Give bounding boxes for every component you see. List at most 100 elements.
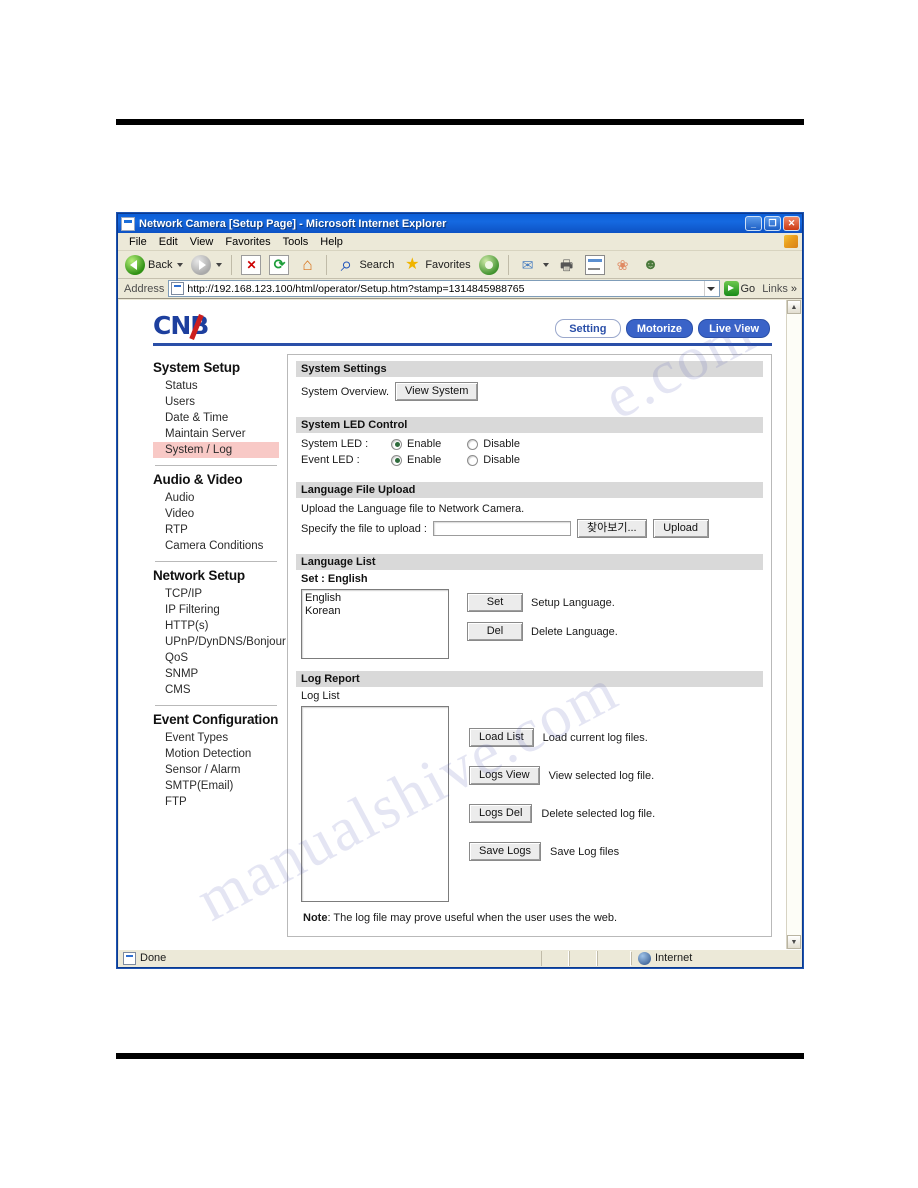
header-nav: Setting Motorize Live View: [554, 319, 770, 338]
go-button[interactable]: Go: [720, 281, 760, 296]
menu-file[interactable]: File: [123, 235, 153, 249]
sidebar-item-status[interactable]: Status: [153, 378, 279, 394]
mail-button[interactable]: [515, 253, 552, 277]
printer-icon: [557, 255, 577, 275]
minimize-button[interactable]: _: [745, 216, 762, 231]
scroll-down-button[interactable]: ▼: [787, 935, 801, 949]
sidebar-item-date-time[interactable]: Date & Time: [153, 410, 279, 426]
logs-view-description: View selected log file.: [548, 769, 655, 782]
sidebar-item-maintain-server[interactable]: Maintain Server: [153, 426, 279, 442]
system-led-disable-radio[interactable]: Disable: [467, 438, 520, 450]
system-led-enable-radio[interactable]: Enable: [391, 438, 441, 450]
edit-page-icon: [584, 254, 605, 275]
stop-button[interactable]: [238, 253, 264, 277]
language-listbox[interactable]: English Korean: [301, 589, 449, 659]
set-language-button[interactable]: Set: [467, 593, 523, 612]
section-header-system-settings: System Settings: [296, 361, 763, 377]
system-led-disable-label: Disable: [483, 438, 520, 450]
close-button[interactable]: ✕: [783, 216, 800, 231]
log-note-text: : The log file may prove useful when the…: [327, 912, 618, 924]
language-option-english[interactable]: English: [305, 592, 445, 605]
links-button[interactable]: Links: [759, 283, 791, 295]
sidebar-item-video[interactable]: Video: [153, 506, 279, 522]
chevron-down-icon: [216, 262, 223, 267]
sidebar-item-motion-detection[interactable]: Motion Detection: [153, 746, 279, 762]
sidebar-item-event-types[interactable]: Event Types: [153, 730, 279, 746]
sidebar-item-ftp[interactable]: FTP: [153, 794, 279, 810]
sidebar-divider: [155, 465, 277, 466]
discuss-button[interactable]: [638, 253, 664, 277]
browse-button[interactable]: 찾아보기...: [576, 519, 647, 538]
address-input[interactable]: http://192.168.123.100/html/operator/Set…: [168, 280, 720, 297]
sidebar: System Setup Status Users Date & Time Ma…: [153, 354, 287, 937]
scroll-up-button[interactable]: ▲: [787, 300, 801, 314]
address-dropdown-button[interactable]: [703, 281, 718, 296]
upload-button[interactable]: Upload: [652, 519, 709, 538]
menu-edit[interactable]: Edit: [153, 235, 184, 249]
sidebar-item-upnp-dyndns-bonjour[interactable]: UPnP/DynDNS/Bonjour: [153, 634, 286, 650]
event-led-disable-radio[interactable]: Disable: [467, 454, 520, 466]
sidebar-item-https[interactable]: HTTP(s): [153, 618, 279, 634]
sidebar-item-users[interactable]: Users: [153, 394, 279, 410]
page-rule-bottom: [116, 1053, 804, 1059]
chevron-down-icon: [542, 262, 549, 267]
delete-language-description: Delete Language.: [531, 625, 618, 638]
toolbar-divider: [507, 254, 509, 275]
browser-toolbar: Back Search Favorites: [118, 251, 802, 279]
sidebar-item-cms[interactable]: CMS: [153, 682, 279, 698]
delete-language-button[interactable]: Del: [467, 622, 523, 641]
logs-view-button[interactable]: Logs View: [469, 766, 540, 785]
media-button[interactable]: [476, 253, 502, 277]
nav-live-view-button[interactable]: Live View: [698, 319, 770, 338]
upload-file-input[interactable]: [432, 521, 571, 536]
event-led-label: Event LED :: [301, 454, 360, 466]
page-body: System Setup Status Users Date & Time Ma…: [119, 346, 786, 937]
event-led-enable-radio[interactable]: Enable: [391, 454, 441, 466]
menu-help[interactable]: Help: [314, 235, 349, 249]
favorites-button[interactable]: Favorites: [399, 253, 473, 277]
go-label: Go: [740, 282, 756, 295]
sidebar-item-smtp-email[interactable]: SMTP(Email): [153, 778, 279, 794]
sidebar-group-system-setup: System Setup Status Users Date & Time Ma…: [153, 360, 279, 466]
nav-setting-button[interactable]: Setting: [554, 319, 621, 338]
save-logs-button[interactable]: Save Logs: [469, 842, 541, 861]
messenger-button[interactable]: [610, 253, 636, 277]
nav-motorize-button[interactable]: Motorize: [625, 319, 694, 338]
vertical-scrollbar[interactable]: ▲ ▼: [786, 300, 801, 949]
home-button[interactable]: [294, 253, 320, 277]
refresh-button[interactable]: [266, 253, 292, 277]
back-button[interactable]: Back: [122, 253, 186, 277]
security-zone[interactable]: Internet: [631, 951, 801, 965]
system-led-row: System LED : Enable Disable: [301, 438, 758, 450]
menu-favorites[interactable]: Favorites: [219, 235, 276, 249]
page-icon: [123, 951, 136, 965]
forward-arrow-icon: [191, 254, 212, 275]
messenger-icon: [613, 255, 633, 275]
print-button[interactable]: [554, 253, 580, 277]
status-message: Done: [119, 951, 541, 965]
language-upload-description: Upload the Language file to Network Came…: [301, 503, 525, 515]
sidebar-item-qos[interactable]: QoS: [153, 650, 279, 666]
menu-tools[interactable]: Tools: [277, 235, 315, 249]
toolbar-overflow-icon[interactable]: »: [791, 283, 800, 295]
search-button[interactable]: Search: [333, 253, 397, 277]
forward-button[interactable]: [188, 253, 225, 277]
menu-view[interactable]: View: [184, 235, 220, 249]
security-zone-label: Internet: [655, 952, 693, 964]
sidebar-item-tcpip[interactable]: TCP/IP: [153, 586, 279, 602]
sidebar-item-audio[interactable]: Audio: [153, 490, 279, 506]
logs-del-button[interactable]: Logs Del: [469, 804, 533, 823]
maximize-button[interactable]: ❐: [764, 216, 781, 231]
sidebar-item-snmp[interactable]: SNMP: [153, 666, 279, 682]
sidebar-item-system-log[interactable]: System / Log: [153, 442, 279, 458]
sidebar-item-camera-conditions[interactable]: Camera Conditions: [153, 538, 279, 554]
view-system-button[interactable]: View System: [395, 382, 479, 401]
sidebar-item-rtp[interactable]: RTP: [153, 522, 279, 538]
edit-button[interactable]: [582, 253, 608, 277]
language-option-korean[interactable]: Korean: [305, 605, 445, 618]
set-language-description: Setup Language.: [531, 596, 615, 609]
sidebar-item-ip-filtering[interactable]: IP Filtering: [153, 602, 279, 618]
sidebar-item-sensor-alarm[interactable]: Sensor / Alarm: [153, 762, 279, 778]
load-list-button[interactable]: Load List: [469, 728, 534, 747]
log-listbox[interactable]: [301, 706, 449, 902]
